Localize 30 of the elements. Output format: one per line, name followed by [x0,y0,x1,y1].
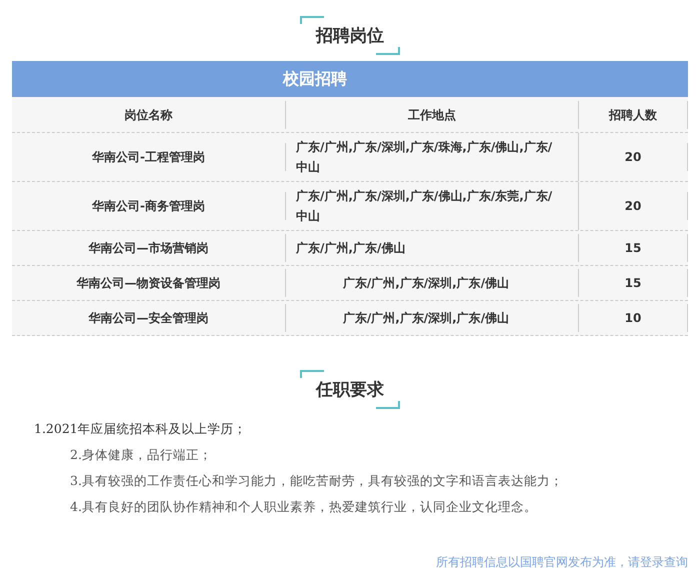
table-cell: 华南公司-工程管理岗 [12,143,286,171]
table-cell: 20 [579,192,688,220]
table-cell: 华南公司-商务管理岗 [12,192,286,220]
requirement-text: 3.具有较强的工作责任心和学习能力，能吃苦耐劳，具有较强的文字和语言表达能力； [69,473,564,490]
table-title: 校园招聘 [12,61,688,97]
corner-decoration [300,16,324,24]
corner-decoration [376,47,400,55]
table-cell: 华南公司—安全管理岗 [12,304,286,332]
requirement-text: 1.2021年应届统招本科及以上学历； [34,421,248,438]
table-cell: 广东/广州,广东/佛山 [286,234,579,262]
section-heading: 任职要求 [316,379,384,401]
table-cell: 广东/广州,广东/深圳,广东/佛山 [286,269,579,297]
table-cell: 华南公司—市场营销岗 [12,234,286,262]
requirement-text: 2.身体健康，品行端正； [69,447,213,464]
table-cell: 15 [579,269,688,297]
table-cell: 15 [579,234,688,262]
table-cell: 20 [579,143,688,171]
corner-decoration [376,401,400,409]
requirement-text: 4.具有良好的团队协作精神和个人职业素养，热爱建筑行业，认同企业文化理念。 [69,499,538,516]
table-cell: 华南公司—物资设备管理岗 [12,269,286,297]
column-header: 工作地点 [286,100,579,128]
table-cell: 广东/广州,广东/深圳,广东/佛山,广东/东莞,广东/中山 [286,182,579,230]
column-header: 岗位名称 [12,100,286,128]
table-cell: 广东/广州,广东/深圳,广东/佛山 [286,304,579,332]
table-cell: 10 [579,304,688,332]
table-cell: 广东/广州,广东/深圳,广东/珠海,广东/佛山,广东/中山 [286,133,579,181]
corner-decoration [300,370,324,378]
footer-note: 所有招聘信息以国聘官网发布为准，请登录查询 [435,554,688,571]
column-header: 招聘人数 [579,100,688,128]
section-heading: 招聘岗位 [316,25,384,47]
